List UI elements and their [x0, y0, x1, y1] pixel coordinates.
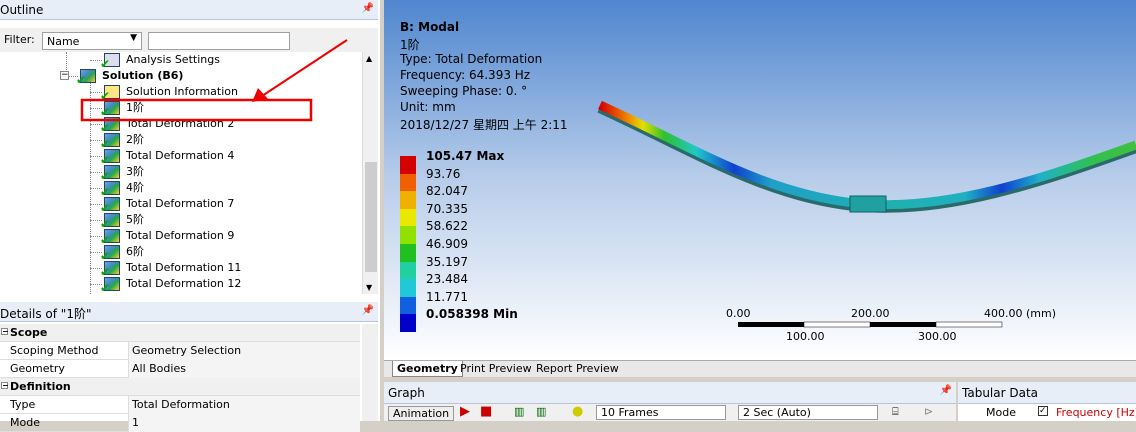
graph-title-bar: Graph 📌	[384, 382, 956, 404]
tree-item-label: 2阶	[126, 133, 144, 146]
collapse-icon[interactable]: −	[1, 382, 9, 390]
scale-label: 400.00 (mm)	[984, 307, 1056, 320]
tree-item-label: Total Deformation 12	[126, 277, 242, 290]
deformed-beam	[597, 100, 1136, 328]
tabular-panel: Tabular Data Mode ✓ Frequency [Hz]	[958, 382, 1136, 421]
property-value: 1	[132, 416, 139, 429]
beam-shadow	[597, 101, 1136, 213]
tree-item[interactable]: ✔ 5阶	[0, 212, 360, 231]
tree-item[interactable]: ✔ Total Deformation 12	[0, 276, 360, 294]
property-name: Scoping Method	[10, 344, 99, 357]
collapse-icon[interactable]: −	[1, 328, 9, 336]
annotation-arrow	[261, 39, 348, 97]
tree-item[interactable]: ✔ 6阶	[0, 244, 360, 263]
tree-item-label: Total Deformation 11	[126, 261, 242, 274]
distributed-icon[interactable]: ●	[572, 404, 583, 419]
frames-select[interactable]: 10 Frames	[596, 405, 726, 420]
duration-select[interactable]: 2 Sec (Auto)	[738, 405, 878, 420]
tree-item-label: 6阶	[126, 245, 144, 258]
mode-column-header[interactable]: Mode	[986, 406, 1016, 419]
scale-label: 100.00	[786, 330, 825, 343]
property-value: All Bodies	[132, 362, 186, 375]
scale-label: 0.00	[726, 307, 751, 320]
stop-icon[interactable]: ■	[480, 404, 492, 419]
column-divider	[128, 396, 129, 414]
tree-item-label: Total Deformation 7	[126, 197, 235, 210]
details-scrollbar[interactable]	[362, 324, 378, 421]
property-name: Type	[10, 398, 36, 411]
tabular-title-bar: Tabular Data	[958, 382, 1136, 404]
beam-support	[849, 195, 887, 213]
animation-label: Animation	[388, 406, 455, 421]
details-section[interactable]: − Definition	[0, 378, 360, 396]
scale-bar-seg	[935, 321, 1003, 328]
view-tabs: Geometry Print Preview Report Preview	[384, 360, 1136, 377]
tab-report-preview[interactable]: Report Preview	[532, 361, 623, 377]
tree-item-label: 5阶	[126, 213, 144, 226]
scale-label: 200.00	[851, 307, 890, 320]
details-grid: − Scope Scoping Method Geometry Selection Ge…	[0, 324, 378, 432]
graph-title: Graph	[388, 386, 425, 400]
frequency-column-header[interactable]: Frequency [Hz]	[1056, 406, 1136, 419]
details-row[interactable]: Type Total Deformation	[0, 396, 360, 414]
scale-label: 300.00	[918, 330, 957, 343]
tree-item[interactable]: ✔ Total Deformation 9	[0, 228, 360, 247]
details-row[interactable]: Mode 1	[0, 414, 360, 432]
column-divider	[128, 360, 129, 378]
scale-bar-seg	[738, 322, 804, 327]
graphics-viewport[interactable]: B: Modal 1阶 Type: Total Deformation Frequen…	[384, 0, 1136, 360]
details-row[interactable]: Scoping Method Geometry Selection	[0, 342, 360, 360]
pin-icon[interactable]: 📌	[362, 305, 374, 316]
annotation-overlay	[80, 39, 348, 122]
tab-geometry[interactable]: Geometry	[392, 361, 463, 377]
tree-item[interactable]: ✔ 2阶	[0, 132, 360, 151]
property-name: Mode	[10, 416, 40, 429]
column-divider	[128, 414, 129, 432]
details-title: Details of "1阶"	[0, 307, 92, 321]
section-label: Definition	[10, 380, 71, 393]
property-name: Geometry	[10, 362, 65, 375]
column-divider	[128, 342, 129, 360]
details-title-bar: Details of "1阶" 📌	[0, 302, 378, 322]
tree-item[interactable]: ✔ Total Deformation 4	[0, 148, 360, 167]
scale-bar-seg	[803, 321, 871, 328]
scrollbar-thumb[interactable]	[365, 162, 377, 272]
details-row[interactable]: Geometry All Bodies	[0, 360, 360, 378]
tree-item[interactable]: ✔ 4阶	[0, 180, 360, 199]
export-icon[interactable]: ⌸	[892, 405, 899, 419]
details-section[interactable]: − Scope	[0, 324, 360, 342]
tree-item[interactable]: ✔ 3阶	[0, 164, 360, 183]
tree-item-label: 3阶	[126, 165, 144, 178]
tabular-header: Mode ✓ Frequency [Hz]	[958, 404, 1136, 421]
frames-icon[interactable]: ▥	[514, 405, 524, 418]
scroll-down-icon[interactable]: ▼	[366, 283, 372, 292]
section-label: Scope	[10, 326, 48, 339]
beam-body	[598, 100, 1136, 210]
pin-icon[interactable]: 📌	[940, 385, 952, 396]
tabular-title: Tabular Data	[962, 386, 1039, 400]
scale-bar-seg	[870, 322, 936, 327]
graph-panel: Graph 📌 Animation ▶ ■ ▥ ▥ ● 10 Frames 2 …	[384, 382, 956, 421]
tree-item[interactable]: ✔ Total Deformation 11	[0, 260, 360, 279]
tree-item-label: Total Deformation 9	[126, 229, 235, 242]
play-icon[interactable]: ▶	[460, 404, 470, 419]
check-icon: ✔	[100, 281, 111, 294]
graph-toolbar: Animation ▶ ■ ▥ ▥ ● 10 Frames 2 Sec (Aut…	[384, 404, 956, 421]
tree-item-label: Total Deformation 4	[126, 149, 235, 162]
tree-item[interactable]: ✔ Total Deformation 7	[0, 196, 360, 215]
play-icon[interactable]: ⊳	[924, 405, 933, 418]
property-value: Total Deformation	[132, 398, 230, 411]
checkbox[interactable]: ✓	[1038, 406, 1048, 416]
tab-print-preview[interactable]: Print Preview	[456, 361, 536, 377]
annotation-box	[80, 98, 313, 122]
value-cell	[128, 414, 360, 432]
frames-icon[interactable]: ▥	[536, 405, 546, 418]
tree-item-label: 4阶	[126, 181, 144, 194]
property-value: Geometry Selection	[132, 344, 242, 357]
